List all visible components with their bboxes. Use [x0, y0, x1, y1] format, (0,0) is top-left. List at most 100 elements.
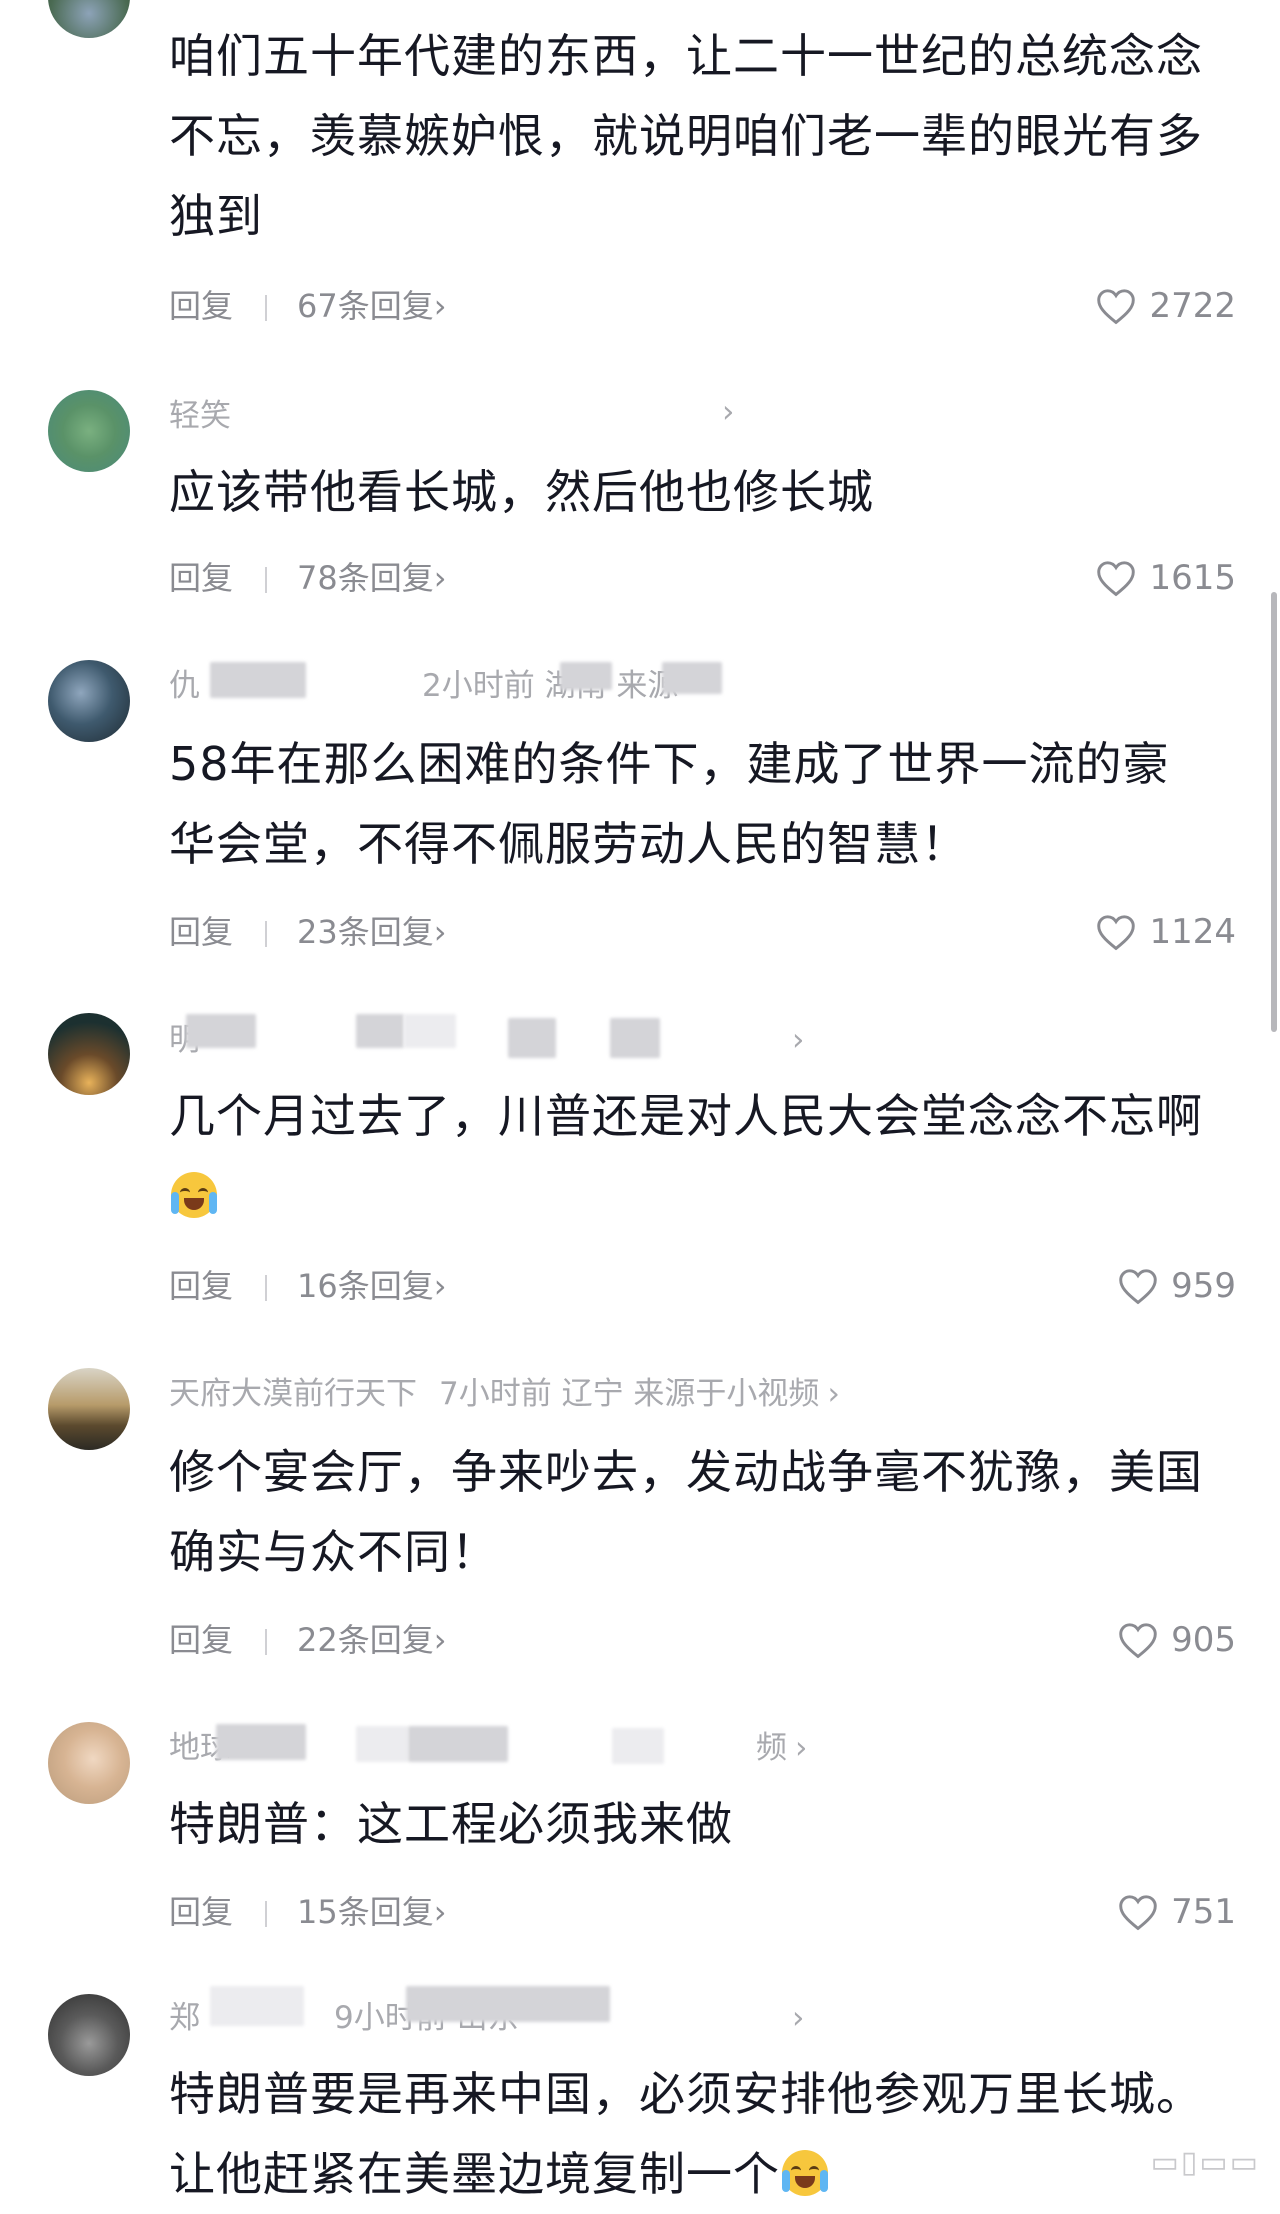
- heart-outline-icon: [1119, 1895, 1157, 1931]
- redacted-block: [560, 662, 612, 690]
- replies-count: 22条回复: [297, 1621, 434, 1659]
- divider: [265, 1275, 268, 1301]
- divider: [265, 921, 268, 947]
- reply-button[interactable]: 回复: [169, 1893, 233, 1931]
- divider: [265, 567, 268, 593]
- divider: [265, 1901, 268, 1927]
- like-count: 751: [1171, 1892, 1236, 1932]
- view-replies-link[interactable]: 67条回复›: [297, 287, 447, 325]
- scrollbar[interactable]: [1271, 592, 1277, 1032]
- avatar[interactable]: [48, 660, 130, 742]
- like-button[interactable]: 959: [1117, 1264, 1236, 1308]
- chevron-right-icon: ›: [433, 559, 447, 597]
- view-replies-link[interactable]: 16条回复›: [297, 1267, 447, 1305]
- crying-laughing-emoji-icon: [782, 2150, 828, 2196]
- comment-text: 58年在那么困难的条件下，建成了世界一流的豪华会堂，不得不佩服劳动人民的智慧！: [169, 737, 1170, 871]
- comment-actions: 回复 67条回复›: [169, 284, 447, 328]
- heart-outline-icon: [1119, 1623, 1157, 1659]
- heart-outline-icon: [1097, 915, 1136, 951]
- comment-actions: 回复 22条回复›: [169, 1618, 447, 1662]
- redacted-block: [356, 1014, 404, 1048]
- comment-info: 频 ›: [756, 1730, 808, 1766]
- comment-info: 7小时前 辽宁 来源于小视频: [439, 1376, 820, 1412]
- avatar[interactable]: [48, 1994, 130, 2076]
- view-replies-link[interactable]: 78条回复›: [297, 559, 447, 597]
- avatar[interactable]: [48, 1368, 130, 1450]
- redacted-block: [404, 1014, 456, 1048]
- replies-count: 67条回复: [297, 287, 434, 325]
- chevron-right-icon: ›: [433, 1621, 447, 1659]
- like-button[interactable]: 1615: [1095, 556, 1236, 600]
- like-button[interactable]: 2722: [1095, 284, 1236, 328]
- comment-text: 应该带他看长城，然后他也修长城: [169, 465, 874, 519]
- chevron-right-icon: ›: [433, 1267, 447, 1305]
- redacted-block: [610, 1018, 660, 1058]
- view-replies-link[interactable]: 22条回复›: [297, 1621, 447, 1659]
- avatar[interactable]: [48, 1722, 130, 1804]
- comment-meta: 仇: [169, 666, 200, 706]
- comment-text: 几个月过去了，川普还是对人民大会堂念念不忘啊: [169, 1076, 1209, 1236]
- like-count: 959: [1171, 1266, 1236, 1306]
- crying-laughing-emoji-icon: [171, 1172, 217, 1218]
- comment-text: 修个宴会厅，争来吵去，发动战争毫不犹豫，美国确实与众不同！: [169, 1445, 1203, 1579]
- redacted-block: [508, 1018, 556, 1058]
- replies-count: 16条回复: [297, 1267, 434, 1305]
- reply-button[interactable]: 回复: [169, 559, 233, 597]
- comment-info: 2小时前 湖南 来源: [422, 668, 679, 704]
- chevron-right-icon: ›: [433, 913, 447, 951]
- divider: [265, 295, 268, 321]
- redacted-block: [662, 662, 722, 694]
- chevron-right-icon: ›: [433, 1893, 447, 1931]
- avatar[interactable]: [48, 1013, 130, 1095]
- comment-actions: 回复 78条回复›: [169, 556, 447, 600]
- like-button[interactable]: 751: [1117, 1890, 1236, 1934]
- comment-text: 特朗普：这工程必须我来做: [169, 1797, 733, 1851]
- redacted-block: [210, 1986, 304, 2026]
- redacted-block: [406, 1986, 610, 2022]
- watermark: ▭▯▭▭: [1150, 2145, 1260, 2180]
- chevron-right-icon: ›: [722, 394, 735, 430]
- avatar[interactable]: [48, 0, 130, 38]
- redacted-block: [356, 1726, 408, 1762]
- username[interactable]: 仇: [169, 668, 200, 704]
- redacted-block: [216, 1724, 306, 1760]
- like-count: 2722: [1149, 286, 1236, 326]
- replies-count: 23条回复: [297, 913, 434, 951]
- replies-count: 78条回复: [297, 559, 434, 597]
- avatar[interactable]: [48, 390, 130, 472]
- comment-meta: 天府大漠前行天下 7小时前 辽宁 来源于小视频 ›: [169, 1374, 840, 1414]
- chevron-right-icon: ›: [433, 287, 447, 325]
- reply-button[interactable]: 回复: [169, 1621, 233, 1659]
- comment-meta: 郑: [169, 1998, 200, 2038]
- heart-outline-icon: [1119, 1269, 1157, 1305]
- comment-actions: 回复 23条回复›: [169, 910, 447, 954]
- redacted-block: [408, 1726, 508, 1762]
- username[interactable]: 天府大漠前行天下: [169, 1376, 417, 1412]
- reply-button[interactable]: 回复: [169, 913, 233, 951]
- redacted-block: [186, 1014, 256, 1048]
- chevron-right-icon: ›: [792, 2000, 805, 2036]
- heart-outline-icon: [1097, 289, 1136, 325]
- like-count: 905: [1171, 1620, 1236, 1660]
- like-count: 1615: [1149, 558, 1236, 598]
- reply-button[interactable]: 回复: [169, 1267, 233, 1305]
- comment-meta: 轻笑: [169, 396, 231, 436]
- like-count: 1124: [1149, 912, 1236, 952]
- heart-outline-icon: [1097, 561, 1136, 597]
- comment-actions: 回复 15条回复›: [169, 1890, 447, 1934]
- chevron-right-icon: ›: [792, 1022, 805, 1058]
- username[interactable]: 郑: [169, 2000, 200, 2036]
- comment-actions: 回复 16条回复›: [169, 1264, 447, 1308]
- redacted-block: [612, 1728, 664, 1764]
- comment-text: 特朗普要是再来中国，必须安排他参观万里长城。让他赶紧在美墨边境复制一个: [169, 2067, 1203, 2201]
- like-button[interactable]: 905: [1117, 1618, 1236, 1662]
- chevron-right-icon: ›: [795, 1730, 808, 1766]
- username[interactable]: 轻笑: [169, 398, 231, 434]
- replies-count: 15条回复: [297, 1893, 434, 1931]
- view-replies-link[interactable]: 15条回复›: [297, 1893, 447, 1931]
- view-replies-link[interactable]: 23条回复›: [297, 913, 447, 951]
- like-button[interactable]: 1124: [1095, 910, 1236, 954]
- redacted-block: [210, 662, 306, 698]
- reply-button[interactable]: 回复: [169, 287, 233, 325]
- comment-text: 咱们五十年代建的东西，让二十一世纪的总统念念不忘，羡慕嫉妒恨，就说明咱们老一辈的…: [169, 29, 1203, 243]
